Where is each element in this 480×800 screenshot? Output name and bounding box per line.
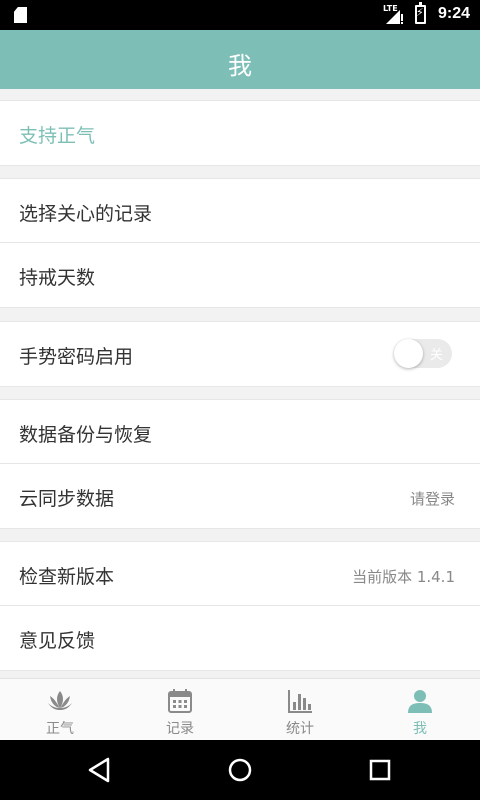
current-version: 当前版本 1.4.1 [352, 568, 455, 586]
toggle-knob [394, 339, 423, 368]
tab-stats[interactable]: 统计 [240, 679, 360, 740]
back-icon[interactable] [84, 754, 116, 786]
settings-group-about: 检查新版本 当前版本 1.4.1 意见反馈 [0, 541, 480, 671]
recents-icon[interactable] [364, 754, 396, 786]
tab-label: 统计 [286, 721, 314, 737]
calendar-icon [168, 689, 192, 713]
tab-records[interactable]: 记录 [120, 679, 240, 740]
settings-group-data: 数据备份与恢复 云同步数据 请登录 [0, 399, 480, 529]
tab-label: 记录 [166, 721, 194, 737]
settings-item-check-update[interactable]: 检查新版本 当前版本 1.4.1 [0, 542, 480, 606]
settings-item-backup-restore[interactable]: 数据备份与恢复 [0, 400, 480, 464]
settings-item-label: 选择关心的记录 [19, 203, 153, 225]
gesture-password-toggle[interactable]: 关 [394, 339, 452, 368]
settings-group-records: 选择关心的记录 持戒天数 [0, 178, 480, 308]
tab-zhengqi[interactable]: 正气 [0, 679, 120, 740]
settings-item-label: 意见反馈 [19, 630, 96, 652]
bar-chart-icon [288, 690, 312, 713]
bottom-tab-bar: 正气 记录 统计 我 [0, 678, 480, 740]
settings-item-label: 检查新版本 [19, 566, 115, 588]
tab-label: 正气 [46, 721, 74, 737]
settings-item-select-records[interactable]: 选择关心的记录 [0, 179, 480, 243]
settings-group-support: 支持正气 [0, 100, 480, 166]
tab-label: 我 [413, 721, 427, 737]
sd-card-icon [14, 7, 27, 23]
settings-item-gesture-password[interactable]: 手势密码启用 关 [0, 322, 480, 386]
lotus-icon [48, 691, 72, 710]
settings-item-label: 数据备份与恢复 [19, 424, 153, 446]
signal-icon [386, 10, 403, 24]
home-icon[interactable] [224, 754, 256, 786]
page-title: 我 [228, 52, 252, 80]
toggle-state-text: 关 [429, 348, 443, 363]
settings-item-abstinence-days[interactable]: 持戒天数 [0, 243, 480, 307]
settings-item-support[interactable]: 支持正气 [0, 101, 480, 165]
settings-item-label: 支持正气 [19, 125, 96, 147]
settings-item-feedback[interactable]: 意见反馈 [0, 606, 480, 670]
system-nav-bar [0, 740, 480, 800]
settings-item-label: 手势密码启用 [19, 346, 134, 368]
battery-charging-icon [415, 2, 426, 24]
settings-item-label: 云同步数据 [19, 488, 115, 510]
settings-item-cloud-sync[interactable]: 云同步数据 请登录 [0, 464, 480, 528]
tab-me[interactable]: 我 [360, 679, 480, 740]
person-icon [408, 690, 432, 713]
settings-item-label: 持戒天数 [19, 267, 96, 289]
settings-group-security: 手势密码启用 关 [0, 321, 480, 387]
status-time: 9:24 [437, 5, 470, 22]
login-prompt: 请登录 [409, 490, 455, 508]
status-bar: LTE 9:24 [0, 0, 480, 30]
app-header: 我 [0, 30, 480, 89]
settings-list[interactable]: 支持正气 选择关心的记录 持戒天数 手势密码启用 关 数据备份与恢复 云同步数据… [0, 89, 480, 678]
